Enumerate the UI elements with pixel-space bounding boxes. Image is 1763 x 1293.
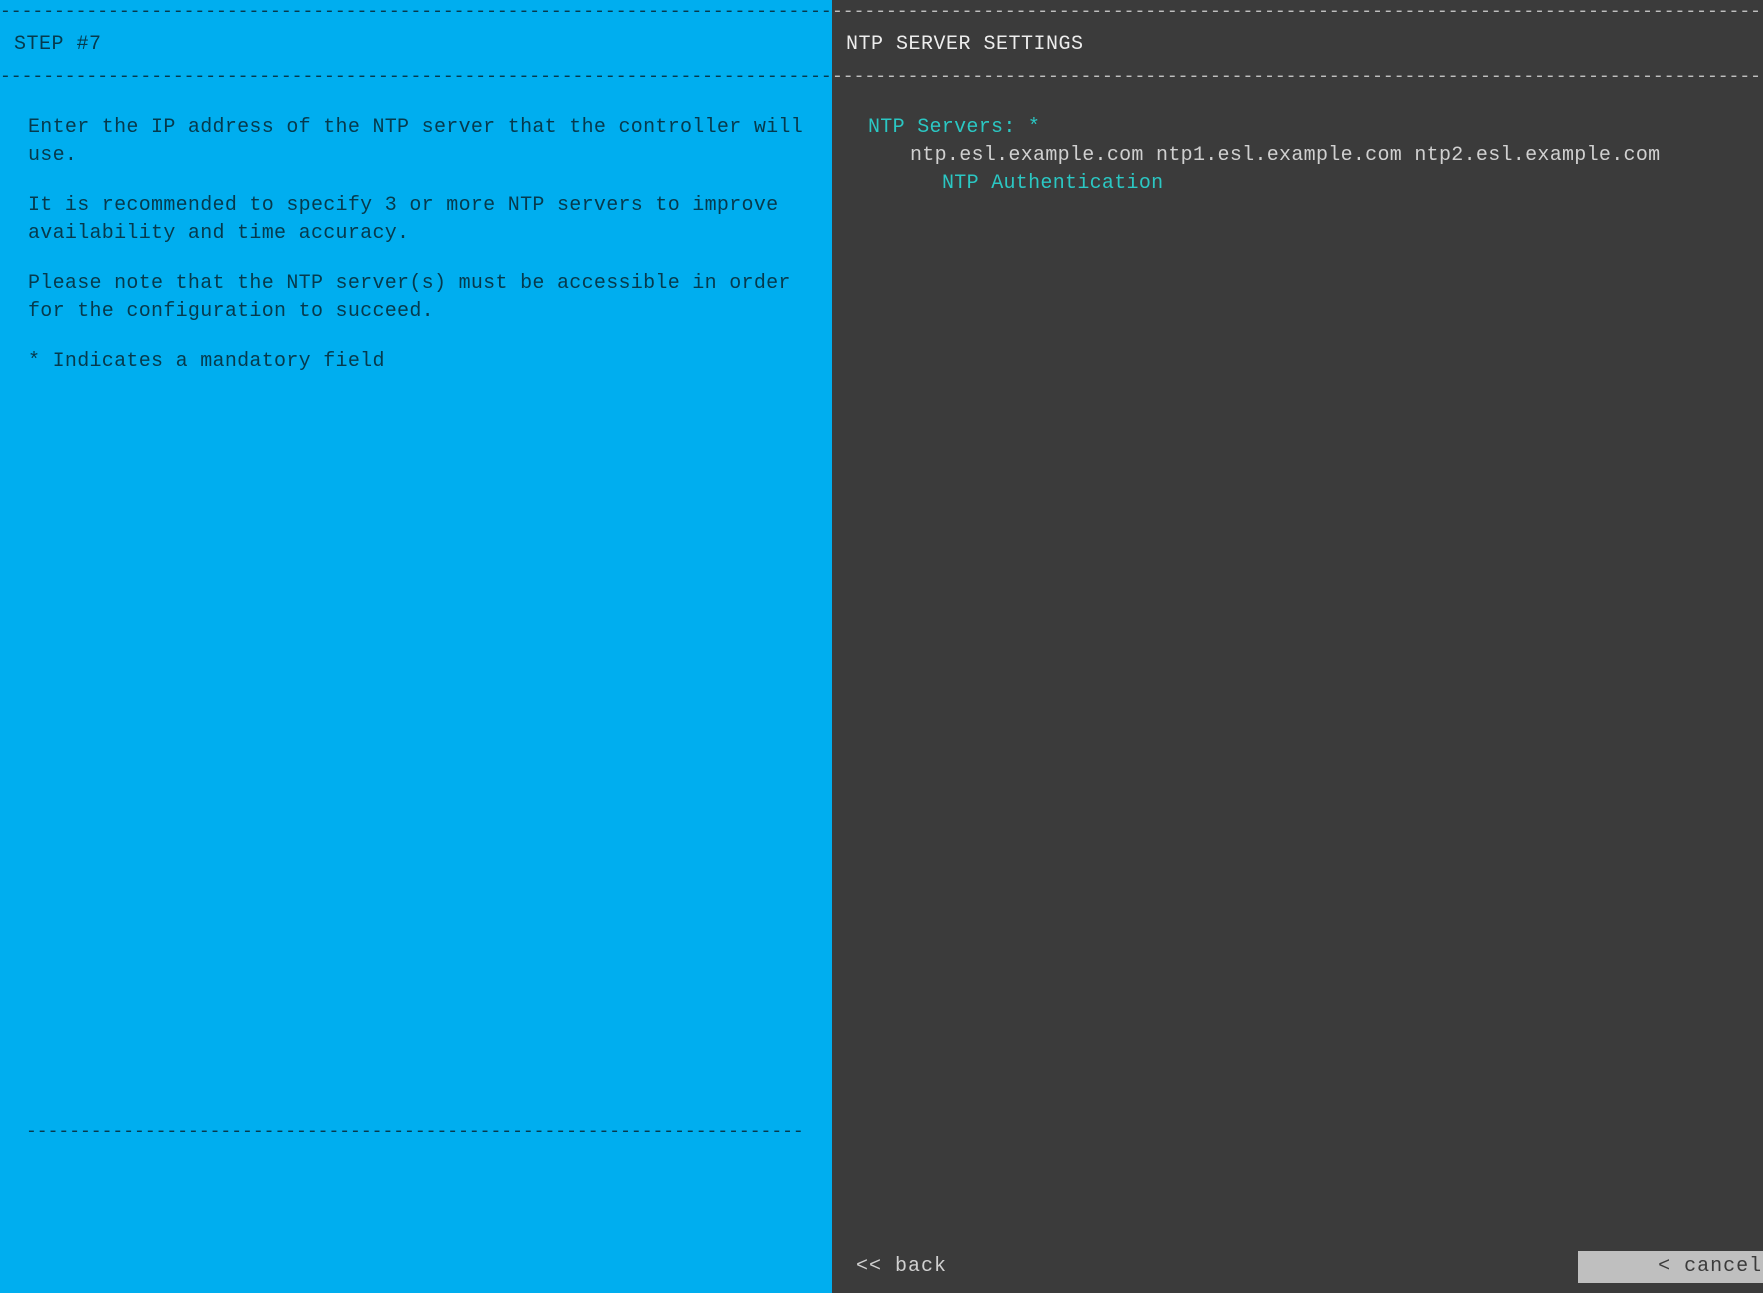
ntp-authentication-link[interactable]: NTP Authentication — [868, 170, 1763, 198]
nav-bar: << back < cancel > next >> — [832, 1249, 1763, 1285]
ntp-servers-label: NTP Servers: * — [868, 116, 1040, 139]
right-title: NTP SERVER SETTINGS — [832, 25, 1763, 65]
dash-bottom-left: ----------------------------------------… — [26, 1120, 806, 1145]
para-1: Enter the IP address of the NTP server t… — [28, 114, 804, 170]
left-panel: ----------------------------------------… — [0, 0, 832, 1293]
step-title: STEP #7 — [0, 25, 832, 65]
para-2: It is recommended to specify 3 or more N… — [28, 192, 804, 248]
left-body: Enter the IP address of the NTP server t… — [0, 90, 832, 398]
ntp-servers-value[interactable]: ntp.esl.example.com ntp1.esl.example.com… — [868, 142, 1763, 170]
para-4: * Indicates a mandatory field — [28, 348, 804, 376]
right-panel: ----------------------------------------… — [832, 0, 1763, 1293]
dash-top-right: ----------------------------------------… — [832, 0, 1763, 25]
back-button[interactable]: << back — [856, 1253, 947, 1281]
cancel-button[interactable]: < cancel > — [1578, 1251, 1763, 1283]
right-body: NTP Servers: * ntp.esl.example.com ntp1.… — [832, 90, 1763, 198]
dash-under-title-left: ----------------------------------------… — [0, 65, 832, 90]
para-3: Please note that the NTP server(s) must … — [28, 270, 804, 326]
dash-under-title-right: ----------------------------------------… — [832, 65, 1763, 90]
dash-top-left: ----------------------------------------… — [0, 0, 832, 25]
